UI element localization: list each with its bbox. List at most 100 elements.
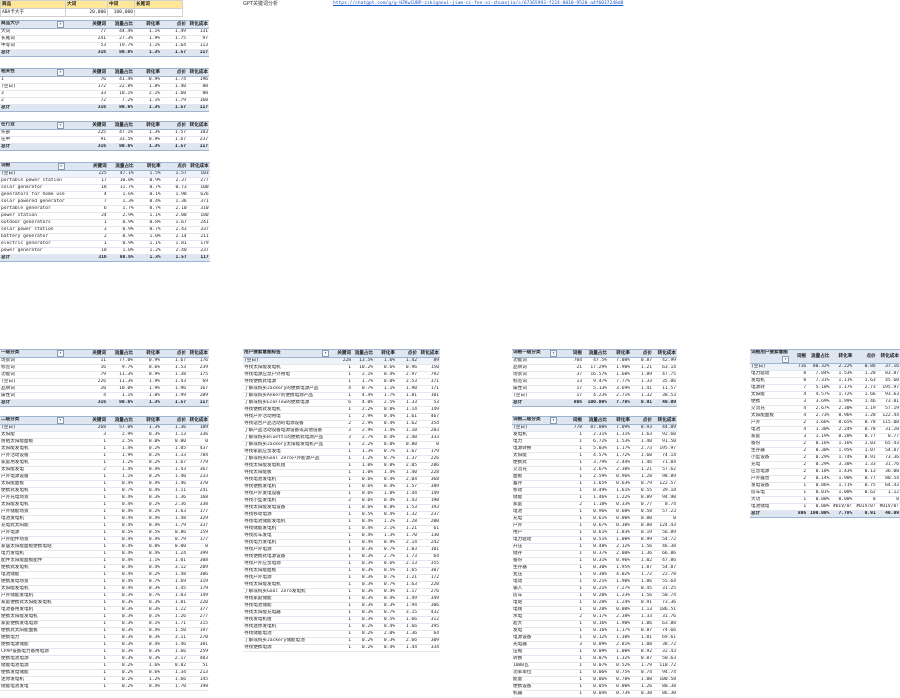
table-cell[interactable]: 压缩	[512, 648, 558, 656]
table-cell[interactable]: 2.22%	[830, 363, 854, 371]
table-cell[interactable]: 1.36	[631, 550, 653, 558]
table-cell[interactable]: 2.00%	[608, 550, 631, 558]
table-cell[interactable]: 377	[187, 606, 209, 614]
table-cell[interactable]: 2	[790, 419, 808, 427]
table-cell[interactable]: 户外活动设备	[0, 452, 65, 460]
table-cell[interactable]: 100.00%	[807, 510, 831, 518]
table-cell[interactable]: 便携发电场景	[0, 578, 65, 586]
table-cell[interactable]: 1.32	[631, 392, 653, 400]
table-cell[interactable]: 1	[330, 644, 352, 652]
table-cell[interactable]: 太阳能面板	[0, 480, 65, 488]
table-cell[interactable]: 53	[418, 399, 440, 407]
table-cell[interactable]: 149	[418, 406, 440, 414]
column-header[interactable]: 商品大小 ▾	[0, 20, 65, 29]
table-cell[interactable]: 1.53	[161, 364, 187, 372]
table-cell[interactable]: 寻找户外发电设备	[243, 490, 330, 498]
table-cell[interactable]: 0.74	[631, 669, 653, 677]
table-cell[interactable]: 89	[418, 357, 440, 365]
table-cell[interactable]: 233	[187, 473, 209, 481]
table-cell[interactable]: 0.3%	[107, 648, 134, 656]
table-cell[interactable]: 1	[558, 592, 583, 600]
table-cell[interactable]: (空白)	[512, 392, 558, 400]
table-cell[interactable]: 1.53%	[830, 370, 854, 378]
table-cell[interactable]: 水电	[512, 613, 558, 621]
table-cell[interactable]: 1.19%	[807, 433, 831, 441]
table-cell[interactable]: 1.13	[161, 431, 187, 439]
table-cell[interactable]: 1.8%	[134, 83, 161, 91]
table-cell[interactable]: 0.2%	[134, 459, 161, 467]
column-header[interactable]: 转化率	[608, 416, 631, 425]
table-cell[interactable]: 50.74	[653, 592, 677, 600]
table-cell[interactable]: 3	[0, 90, 65, 98]
table-cell[interactable]: 电源转	[750, 384, 791, 392]
table-cell[interactable]: 1.44	[396, 490, 418, 498]
column-header[interactable]: 点价	[631, 416, 653, 425]
table-cell[interactable]: 0.2%	[352, 623, 374, 631]
table-cell[interactable]: 2.10	[161, 205, 188, 213]
table-cell[interactable]: 0.4%	[134, 466, 161, 474]
table-cell[interactable]: 0	[876, 496, 900, 504]
column-header[interactable]: 转化率	[134, 121, 161, 130]
column-header[interactable]: 转化成本	[653, 349, 677, 358]
table-cell[interactable]: 2.14	[161, 233, 188, 241]
table-cell[interactable]: 122.44	[876, 412, 900, 420]
table-cell[interactable]: 迷你发电机	[0, 676, 65, 684]
table-cell[interactable]: 1	[330, 378, 352, 386]
table-cell[interactable]: 0.00%	[608, 606, 631, 614]
table-cell[interactable]: 0.7%	[374, 609, 396, 617]
table-cell[interactable]: 131	[187, 28, 209, 36]
filter-dropdown-icon[interactable]: ▾	[57, 122, 64, 129]
table-cell[interactable]: 1.3%	[134, 143, 161, 151]
table-cell[interactable]: 备份	[512, 557, 558, 565]
table-cell[interactable]: 0.4%	[107, 585, 134, 593]
table-cell[interactable]: 2.5%	[374, 399, 396, 407]
table-cell[interactable]: 0.9%	[134, 357, 161, 365]
table-cell[interactable]: 1	[558, 522, 583, 530]
table-cell[interactable]: 0.3%	[134, 599, 161, 607]
table-cell[interactable]: 0.4%	[107, 536, 134, 544]
table-cell[interactable]: 1.21	[631, 466, 653, 474]
table-cell[interactable]: 0.3%	[134, 585, 161, 593]
table-cell[interactable]: 0.0%	[134, 438, 161, 446]
table-cell[interactable]: 0.77	[853, 433, 877, 441]
table-cell[interactable]: 0.5%	[352, 511, 374, 519]
table-cell[interactable]: 1	[558, 452, 583, 460]
table-cell[interactable]: 22.8%	[107, 83, 134, 91]
table-cell[interactable]: 3.11	[161, 634, 187, 642]
table-cell[interactable]: 1	[558, 480, 583, 488]
table-cell[interactable]: 1	[65, 564, 107, 572]
table-cell[interactable]: 0.6%	[374, 560, 396, 568]
table-cell[interactable]: 1.24	[161, 550, 187, 558]
table-cell[interactable]: 户外露营	[750, 475, 791, 483]
table-cell[interactable]: 1.17%	[830, 384, 854, 392]
table-cell[interactable]: 0.6%	[352, 504, 374, 512]
cell[interactable]: 20,000	[65, 8, 108, 17]
table-cell[interactable]: 升压	[512, 543, 558, 551]
table-cell[interactable]: 机器	[512, 690, 558, 698]
table-cell[interactable]: 2.5%	[107, 438, 134, 446]
table-cell[interactable]: 0.4%	[107, 494, 134, 502]
table-cell[interactable]: 寻找电源应急户外用电	[243, 371, 330, 379]
table-cell[interactable]: 0.20%	[583, 599, 608, 607]
table-cell[interactable]: 197	[187, 627, 209, 635]
table-cell[interactable]: 户外电源设备	[0, 473, 65, 481]
table-cell[interactable]: 312	[418, 616, 440, 624]
table-cell[interactable]: 了解产品活动设备电源设备或其他设备	[243, 427, 330, 435]
table-cell[interactable]: 1.3%	[134, 424, 161, 432]
table-cell[interactable]: 便携电源储能	[0, 641, 65, 649]
table-cell[interactable]: 0.29%	[807, 461, 831, 469]
table-cell[interactable]: 1.57	[161, 49, 187, 57]
table-cell[interactable]: 1.3%	[134, 129, 161, 137]
table-cell[interactable]: 1	[65, 494, 107, 502]
table-cell[interactable]: 3	[558, 641, 583, 649]
table-cell[interactable]: 86.30	[653, 690, 677, 698]
table-cell[interactable]: 1	[330, 539, 352, 547]
table-cell[interactable]: 便携式太阳能面板	[0, 627, 65, 635]
table-cell[interactable]: 0.4%	[134, 522, 161, 530]
table-cell[interactable]: 0.7%	[352, 385, 374, 393]
table-cell[interactable]: outdoor generators	[0, 219, 66, 227]
table-cell[interactable]: 1	[558, 585, 583, 593]
table-cell[interactable]: solar generator	[0, 184, 66, 192]
column-header[interactable]: 转化成本	[653, 416, 677, 425]
table-cell[interactable]: 226	[418, 455, 440, 463]
